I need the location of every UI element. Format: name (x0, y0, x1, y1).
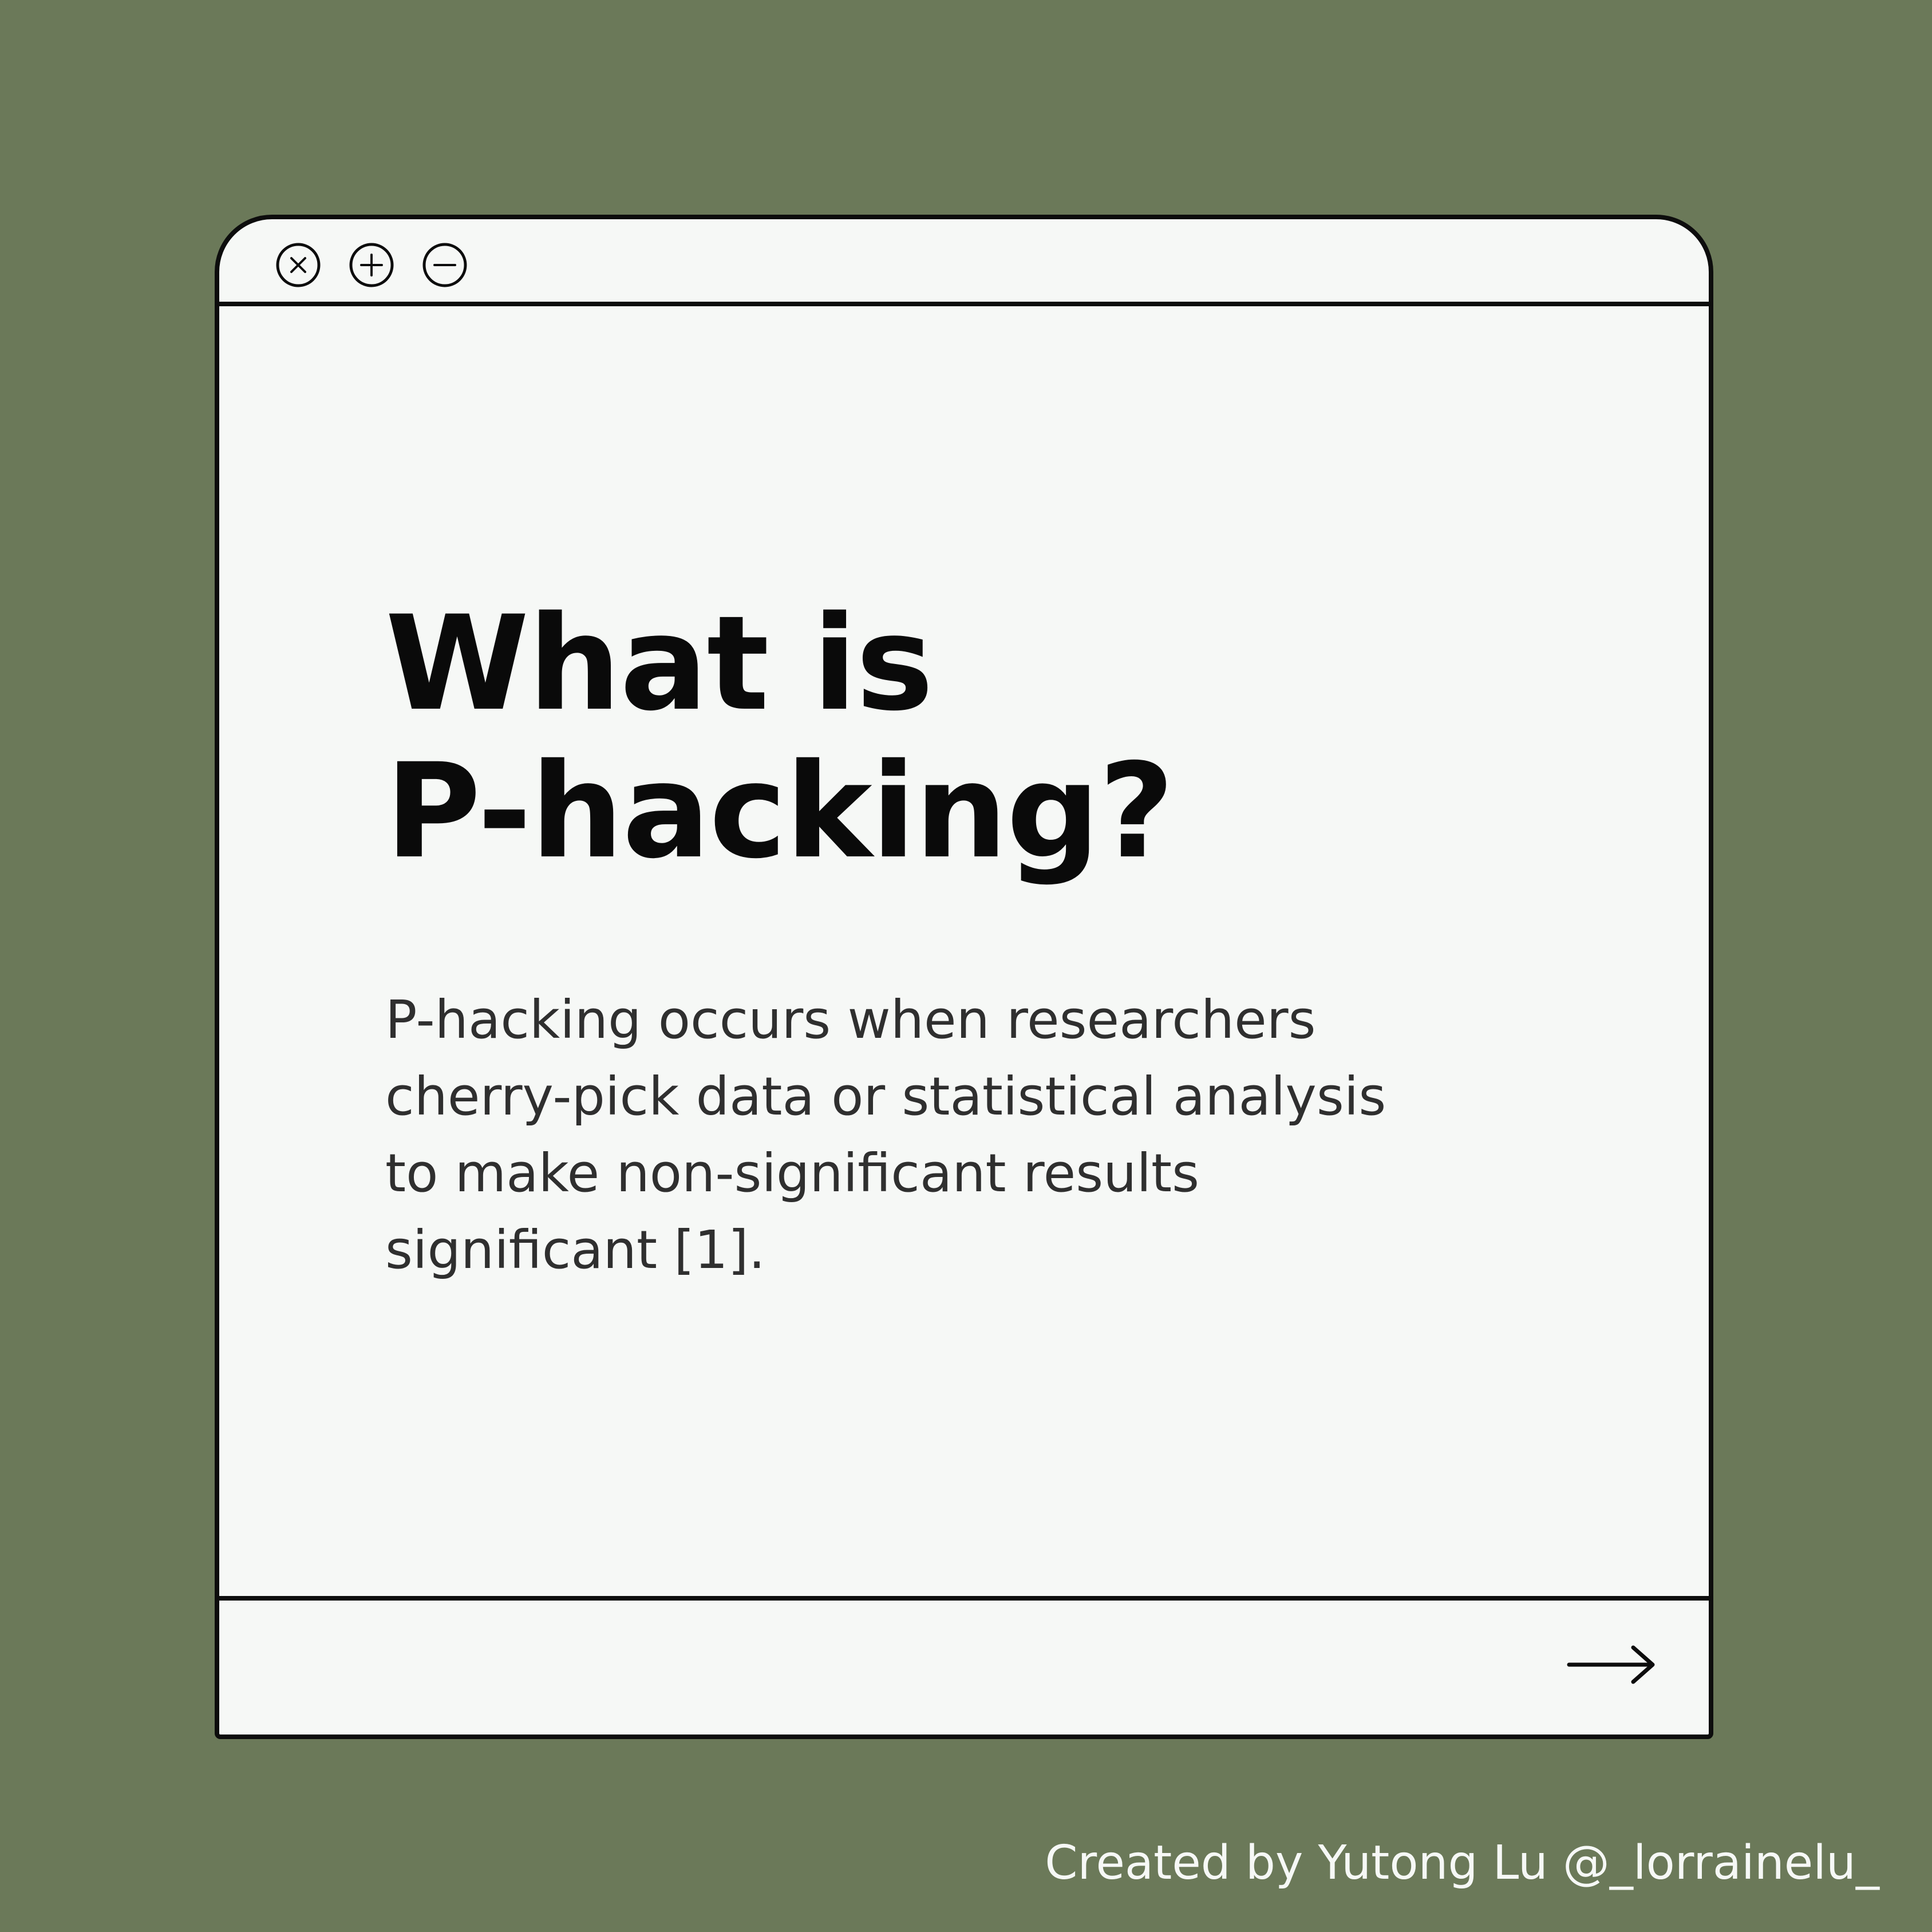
description-line: P-hacking occurs when researchers (385, 989, 1316, 1050)
next-button[interactable] (1566, 1641, 1657, 1689)
maximize-button[interactable] (349, 242, 394, 288)
window-footer-bar (219, 1596, 1709, 1735)
description-text: P-hacking occurs when researchers cherry… (385, 982, 1587, 1289)
window-content: What is P-hacking? P-hacking occurs when… (219, 306, 1709, 1593)
description-line: to make non-significant results (385, 1143, 1200, 1204)
close-button[interactable] (275, 242, 321, 288)
minimize-button[interactable] (422, 242, 468, 288)
description-line: significant [1]. (385, 1219, 765, 1281)
browser-window: What is P-hacking? P-hacking occurs when… (215, 215, 1713, 1739)
arrow-right-icon (1567, 1645, 1655, 1684)
title-line: P-hacking? (385, 735, 1175, 887)
description-line: cherry-pick data or statistical analysis (385, 1066, 1386, 1127)
title-line: What is (385, 587, 934, 740)
window-titlebar (219, 219, 1709, 306)
close-icon (276, 243, 321, 287)
minus-icon (422, 243, 467, 287)
plus-icon (349, 243, 394, 287)
credit-text: Created by Yutong Lu @_lorrainelu_ (1045, 1836, 1879, 1890)
page-title: What is P-hacking? (385, 587, 1175, 887)
